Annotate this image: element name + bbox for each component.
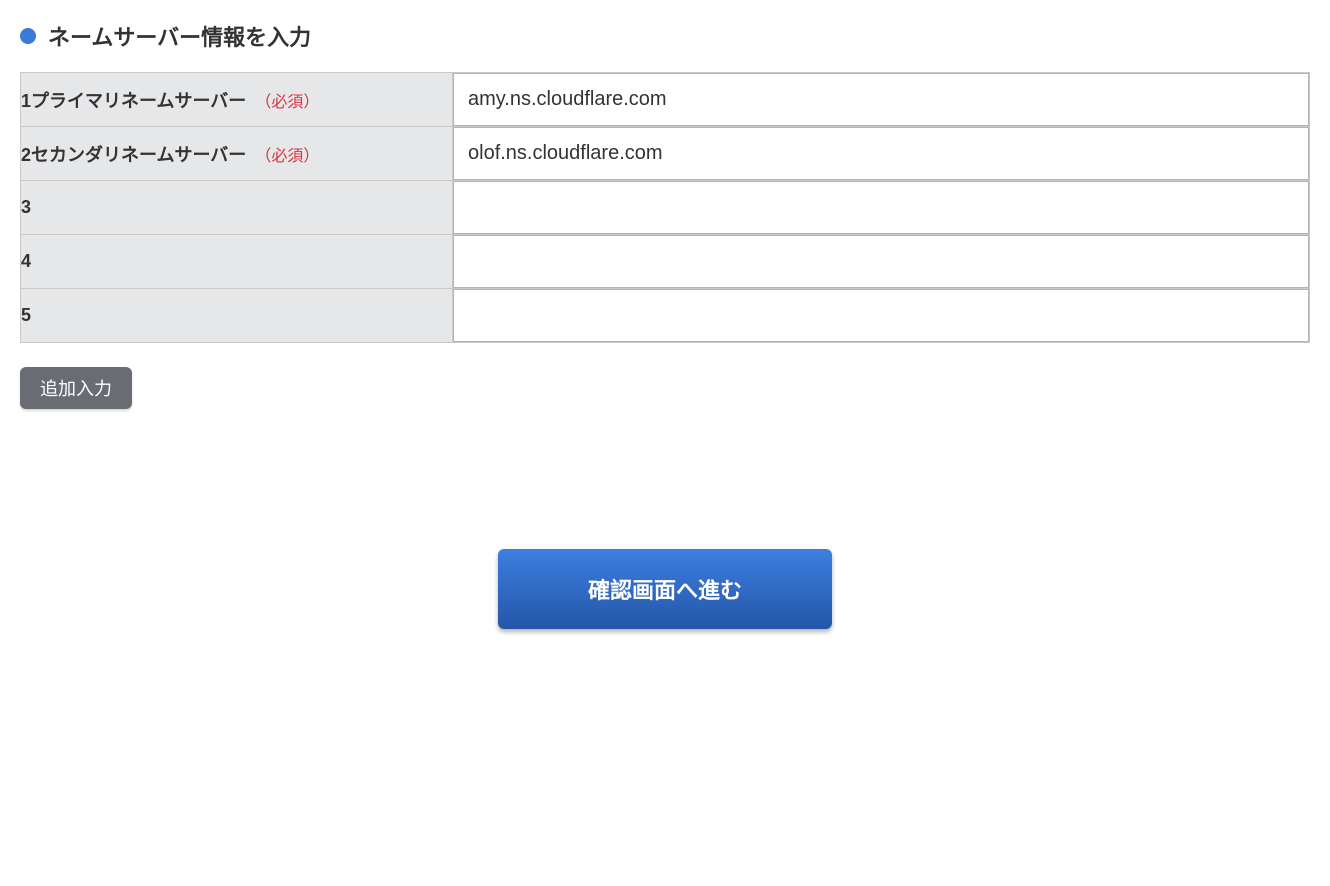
table-row: 2セカンダリネームサーバー （必須）	[21, 127, 1310, 181]
label-cell-primary: 1プライマリネームサーバー （必須）	[21, 73, 453, 127]
submit-wrap: 確認画面へ進む	[20, 549, 1310, 629]
add-input-button[interactable]: 追加入力	[20, 367, 132, 409]
row-label: 3	[21, 197, 31, 217]
required-tag: （必須）	[255, 148, 319, 165]
label-cell-3: 3	[21, 181, 453, 235]
bullet-icon	[20, 28, 36, 44]
input-cell	[453, 289, 1310, 343]
nameserver-input-4[interactable]	[453, 235, 1309, 288]
secondary-nameserver-input[interactable]	[453, 127, 1309, 180]
section-title: ネームサーバー情報を入力	[48, 20, 311, 52]
input-cell	[453, 127, 1310, 181]
nameserver-form-table: 1プライマリネームサーバー （必須） 2セカンダリネームサーバー （必須） 3	[20, 72, 1310, 343]
row-label: 5	[21, 305, 31, 325]
label-cell-4: 4	[21, 235, 453, 289]
input-cell	[453, 181, 1310, 235]
input-cell	[453, 73, 1310, 127]
nameserver-input-3[interactable]	[453, 181, 1309, 234]
table-row: 5	[21, 289, 1310, 343]
table-row: 4	[21, 235, 1310, 289]
table-row: 1プライマリネームサーバー （必須）	[21, 73, 1310, 127]
input-cell	[453, 235, 1310, 289]
row-label: 1プライマリネームサーバー	[21, 91, 246, 111]
label-cell-5: 5	[21, 289, 453, 343]
confirm-button[interactable]: 確認画面へ進む	[498, 549, 832, 629]
table-row: 3	[21, 181, 1310, 235]
required-tag: （必須）	[255, 94, 319, 111]
section-header: ネームサーバー情報を入力	[20, 20, 1310, 52]
nameserver-input-5[interactable]	[453, 289, 1309, 342]
label-cell-secondary: 2セカンダリネームサーバー （必須）	[21, 127, 453, 181]
row-label: 2セカンダリネームサーバー	[21, 145, 246, 165]
row-label: 4	[21, 251, 31, 271]
primary-nameserver-input[interactable]	[453, 73, 1309, 126]
